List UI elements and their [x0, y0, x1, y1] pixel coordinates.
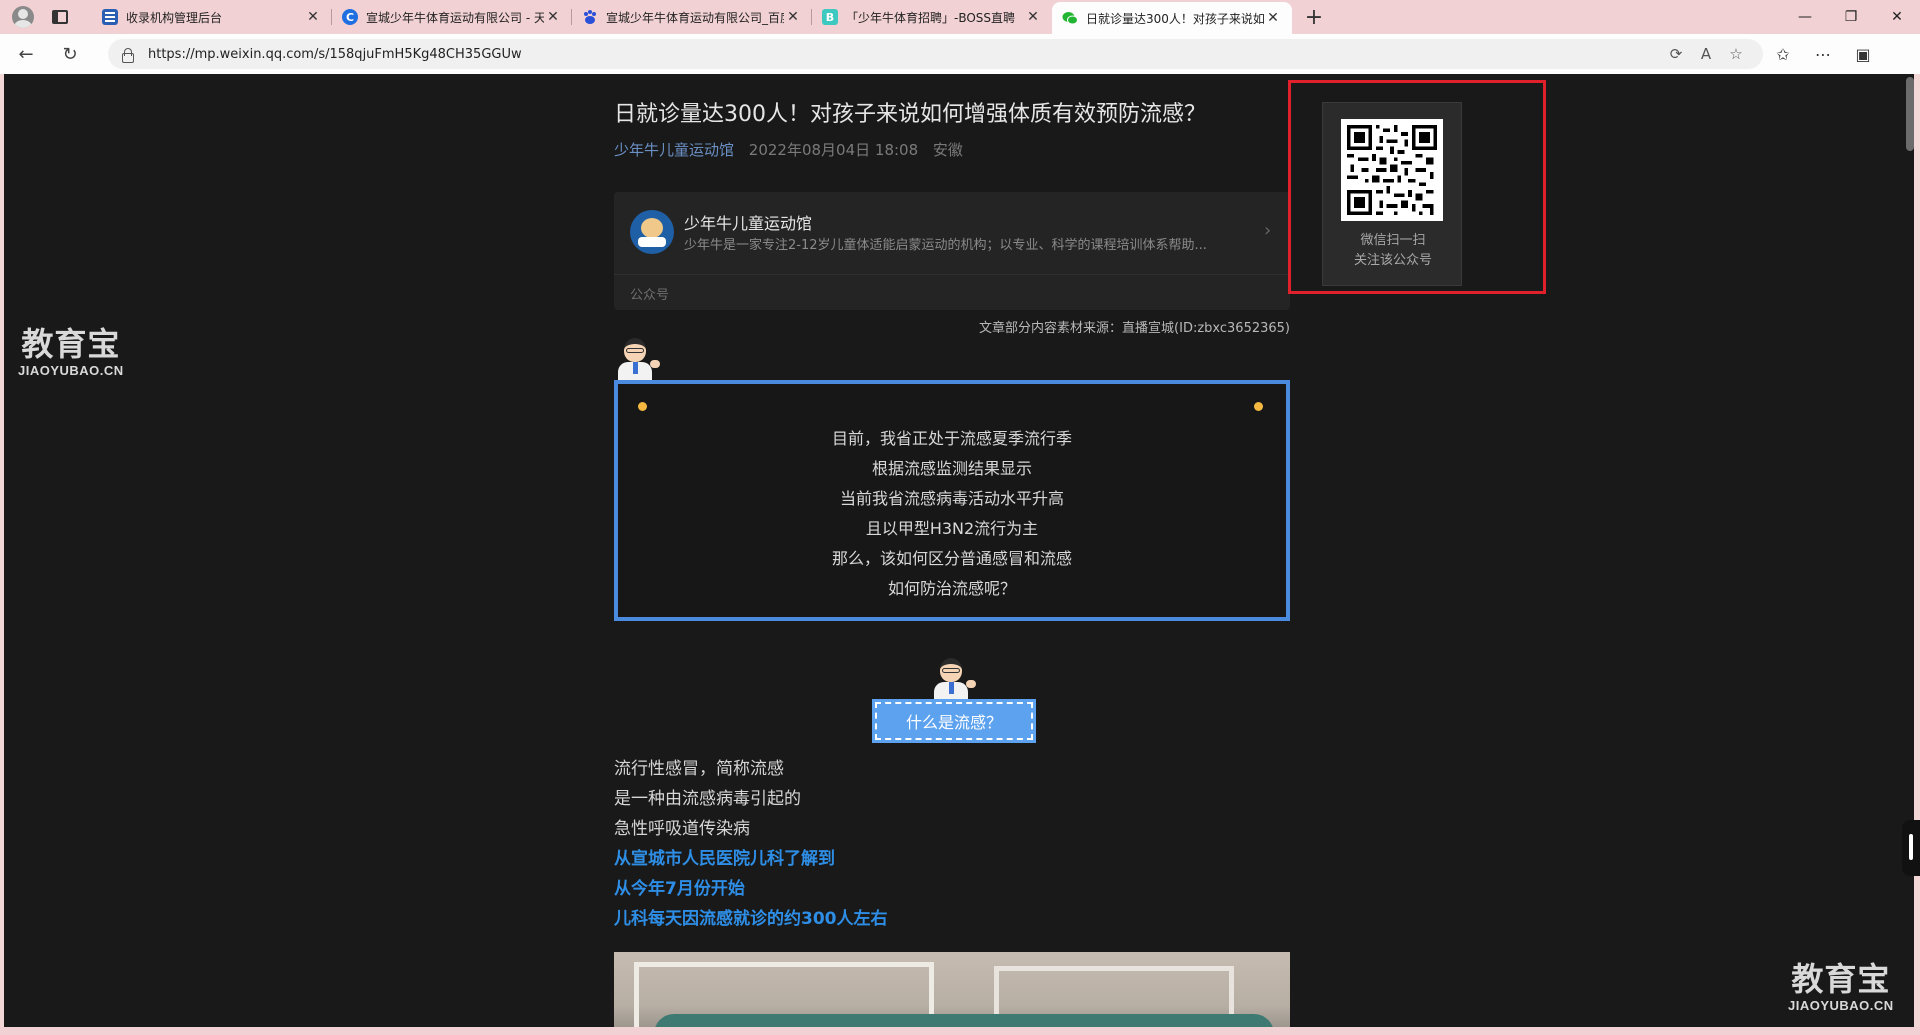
- more-menu-icon[interactable]: ⋯: [1803, 45, 1843, 64]
- refresh-button[interactable]: ↻: [52, 39, 88, 69]
- back-button[interactable]: ←: [8, 39, 44, 69]
- window-bottom-border: [0, 1027, 1920, 1035]
- body-line: 急性呼吸道传染病: [614, 819, 750, 839]
- dot-decoration: [638, 402, 647, 411]
- tianyancha-favicon-icon: C: [342, 9, 358, 25]
- tab-close-icon[interactable]: ✕: [784, 9, 802, 25]
- tab-close-icon[interactable]: ✕: [544, 9, 562, 25]
- watermark-cn: 教育宝: [21, 325, 121, 363]
- minimize-button[interactable]: —: [1782, 0, 1828, 34]
- read-aloud-icon[interactable]: A: [1691, 45, 1721, 63]
- lock-icon[interactable]: [120, 47, 134, 63]
- boss-favicon-icon: B: [822, 9, 838, 25]
- publish-location: 安徽: [932, 141, 963, 159]
- doctor-illustration: [930, 658, 976, 700]
- source-note: 文章部分内容素材来源：直播宣城(ID:zbxc3652365): [979, 321, 1290, 336]
- favorite-star-icon[interactable]: ☆: [1721, 45, 1751, 63]
- quote-line: 目前，我省正处于流感夏季流行季: [831, 429, 1072, 448]
- quote-line: 如何防治流感呢？: [887, 579, 1016, 598]
- watermark-cn: 教育宝: [1791, 960, 1891, 998]
- new-tab-button[interactable]: +: [1298, 5, 1330, 30]
- qr-code[interactable]: [1341, 119, 1443, 221]
- favorites-icon[interactable]: ✩: [1763, 45, 1803, 64]
- dot-decoration: [1254, 402, 1263, 411]
- wechat-icon: [1062, 10, 1078, 26]
- account-type: 公众号: [630, 288, 670, 303]
- tab-close-icon[interactable]: ✕: [1024, 9, 1042, 25]
- vertical-scrollbar[interactable]: [1906, 77, 1914, 151]
- tab-title: 宣城少年牛体育运动有限公司_百度: [606, 10, 784, 25]
- restore-button[interactable]: ❐: [1828, 0, 1874, 34]
- article-meta: 少年牛儿童运动馆 2022年08月04日 18:08 安徽: [614, 139, 963, 160]
- article-body: 流行性感冒，简称流感 是一种由流感病毒引起的 急性呼吸道传染病 从宣城市人民医院…: [614, 754, 888, 934]
- watermark-right: 教育宝 JIAOYUBAO.CN: [1788, 963, 1894, 1012]
- tab-tianyancha[interactable]: C 宣城少年牛体育运动有限公司 - 天 ✕: [332, 0, 572, 34]
- chevron-right-icon: ›: [1264, 220, 1272, 241]
- translate-icon[interactable]: ⟳: [1661, 45, 1691, 63]
- sidebar-toggle-icon[interactable]: ▣: [1843, 45, 1883, 64]
- qr-caption-line2: 关注该公众号: [1353, 253, 1432, 268]
- intro-quote-box: 目前，我省正处于流感夏季流行季 根据流感监测结果显示 当前我省流感病毒活动水平升…: [614, 380, 1290, 621]
- tab-title: 收录机构管理后台: [126, 10, 223, 25]
- section-heading: 什么是流感？: [872, 699, 1036, 743]
- watermark-left: 教育宝 JIAOYUBAO.CN: [18, 328, 124, 377]
- highlight-line: 从今年7月份开始: [614, 879, 745, 899]
- tab-close-icon[interactable]: ✕: [304, 9, 322, 25]
- quote-line: 当前我省流感病毒活动水平升高: [839, 489, 1064, 508]
- body-line: 是一种由流感病毒引起的: [614, 789, 801, 809]
- qr-caption: 微信扫一扫 关注该公众号: [1323, 231, 1463, 271]
- tab-admin[interactable]: 收录机构管理后台 ✕: [92, 0, 332, 34]
- highlight-line: 儿科每天因流感就诊的约300人左右: [614, 909, 888, 929]
- account-description: 少年牛是一家专注2-12岁儿童体适能启蒙运动的机构；以专业、科学的课程培训体系帮…: [684, 238, 1207, 253]
- article-title: 日就诊量达300人！对孩子来说如何增强体质有效预防流感？: [614, 102, 1206, 127]
- watermark-en: JIAOYUBAO.CN: [1788, 998, 1894, 1013]
- tab-title: 「少年牛体育招聘」-BOSS直聘: [846, 10, 1016, 25]
- tab-close-icon[interactable]: ✕: [1264, 10, 1282, 26]
- author-link[interactable]: 少年牛儿童运动馆: [614, 141, 734, 159]
- quote-line: 且以甲型H3N2流行为主: [865, 519, 1039, 538]
- qr-follow-card: 微信扫一扫 关注该公众号: [1322, 102, 1462, 286]
- watermark-en: JIAOYUBAO.CN: [18, 363, 124, 378]
- tab-strip: 收录机构管理后台 ✕ C 宣城少年牛体育运动有限公司 - 天 ✕ 宣城少年牛体育…: [0, 0, 1920, 34]
- quote-line: 根据流感监测结果显示: [871, 459, 1032, 478]
- profile-icon[interactable]: [12, 6, 34, 28]
- tab-wechat-article[interactable]: 日就诊量达300人！对孩子来说如 ✕: [1052, 2, 1292, 34]
- card-divider: [614, 274, 1290, 275]
- doctor-illustration: [614, 338, 660, 380]
- admin-favicon-icon: [102, 9, 118, 25]
- browser-toolbar: ← ↻ https://mp.weixin.qq.com/s/158qjuFmH…: [0, 34, 1920, 74]
- url-text[interactable]: https://mp.weixin.qq.com/s/158qjuFmH5Kg4…: [148, 47, 1661, 62]
- highlight-line: 从宣城市人民医院儿科了解到: [614, 849, 835, 869]
- tab-baidu[interactable]: 宣城少年牛体育运动有限公司_百度 ✕: [572, 0, 812, 34]
- account-profile-card[interactable]: 少年牛儿童运动馆 少年牛是一家专注2-12岁儿童体适能启蒙运动的机构；以专业、科…: [614, 192, 1290, 310]
- tab-boss[interactable]: B 「少年牛体育招聘」-BOSS直聘 ✕: [812, 0, 1052, 34]
- publish-date: 2022年08月04日 18:08: [748, 141, 919, 159]
- qr-caption-line1: 微信扫一扫: [1360, 233, 1426, 248]
- quote-line: 那么，该如何区分普通感冒和流感: [831, 549, 1072, 568]
- sidebar-handle[interactable]: [1902, 820, 1920, 876]
- close-window-button[interactable]: ✕: [1874, 0, 1920, 34]
- tab-actions-icon[interactable]: [52, 10, 68, 24]
- body-line: 流行性感冒，简称流感: [614, 759, 784, 779]
- tab-title: 日就诊量达300人！对孩子来说如: [1086, 11, 1264, 26]
- address-bar[interactable]: https://mp.weixin.qq.com/s/158qjuFmH5Kg4…: [108, 39, 1763, 69]
- article-photo: [614, 952, 1290, 1035]
- account-name: 少年牛儿童运动馆: [684, 214, 813, 233]
- account-avatar: [630, 210, 674, 254]
- tab-title: 宣城少年牛体育运动有限公司 - 天: [366, 10, 544, 25]
- baidu-paw-icon: [582, 9, 598, 25]
